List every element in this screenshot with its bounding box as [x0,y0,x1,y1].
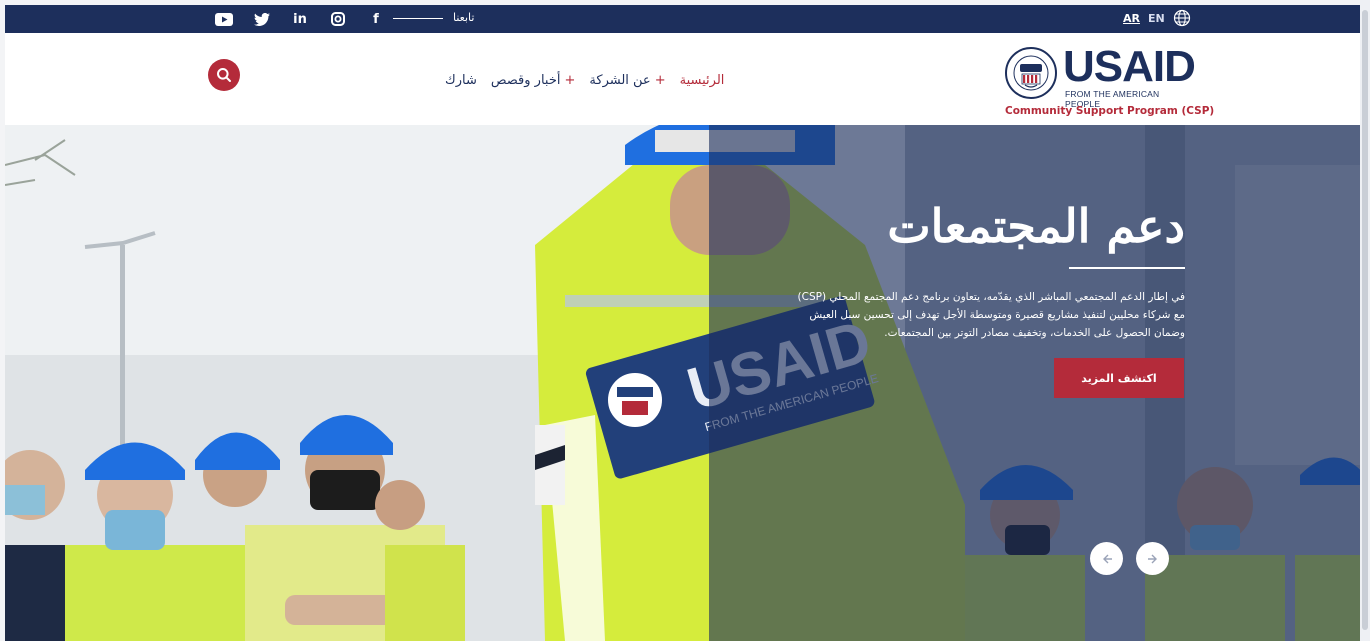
program-name: Community Support Program (CSP) [1005,105,1215,117]
hero-slider: USAID FROM THE AMERICAN PEOPLE [5,125,1360,641]
nav-participate[interactable]: شارك [445,73,477,88]
youtube-icon[interactable] [215,10,233,28]
scrollbar-thumb[interactable] [1362,10,1368,630]
discover-more-button[interactable]: اكتشف المزيد [1054,358,1184,398]
hero-title: دعم المجتمعات [887,199,1185,253]
slider-next-button[interactable] [1136,542,1169,575]
follow-divider [393,18,443,19]
nav-about[interactable]: +عن الشركة [589,73,665,88]
nav-home[interactable]: الرئيسية [680,73,725,88]
usaid-logo[interactable]: USAID FROM THE AMERICAN PEOPLE Community… [1005,45,1215,125]
follow-label: تابعنا [453,11,475,24]
main-nav: الرئيسية +عن الشركة +أخبار وقصص شارك [445,73,724,88]
browser-frame: in f تابعنا AR EN الرئيسية +عن الشركة +أ… [0,0,1370,641]
nav-news[interactable]: +أخبار وقصص [491,73,576,88]
page: in f تابعنا AR EN الرئيسية +عن الشركة +أ… [5,5,1360,641]
site-header: الرئيسية +عن الشركة +أخبار وقصص شارك USA… [5,33,1360,125]
hero-description: في إطار الدعم المجتمعي المباشر الذي يقدّ… [797,291,1186,339]
twitter-icon[interactable] [253,10,271,28]
instagram-icon[interactable] [329,10,347,28]
search-icon [217,68,231,82]
language-switcher: AR EN [1123,9,1191,27]
lang-en-link[interactable]: EN [1148,12,1165,25]
hero-title-underline [1069,267,1185,269]
social-links: in f [215,5,385,33]
lang-ar-link[interactable]: AR [1123,12,1140,25]
arrow-right-icon [1147,554,1157,563]
arrow-left-icon [1102,554,1112,563]
search-button[interactable] [208,59,240,91]
top-bar: in f تابعنا AR EN [5,5,1360,33]
page-scrollbar[interactable] [1360,0,1370,641]
usaid-seal-icon [1005,47,1057,99]
usaid-wordmark: USAID [1063,42,1196,91]
linkedin-icon[interactable]: in [291,10,309,28]
slider-prev-button[interactable] [1090,542,1123,575]
facebook-icon[interactable]: f [367,10,385,28]
globe-icon[interactable] [1173,9,1191,27]
